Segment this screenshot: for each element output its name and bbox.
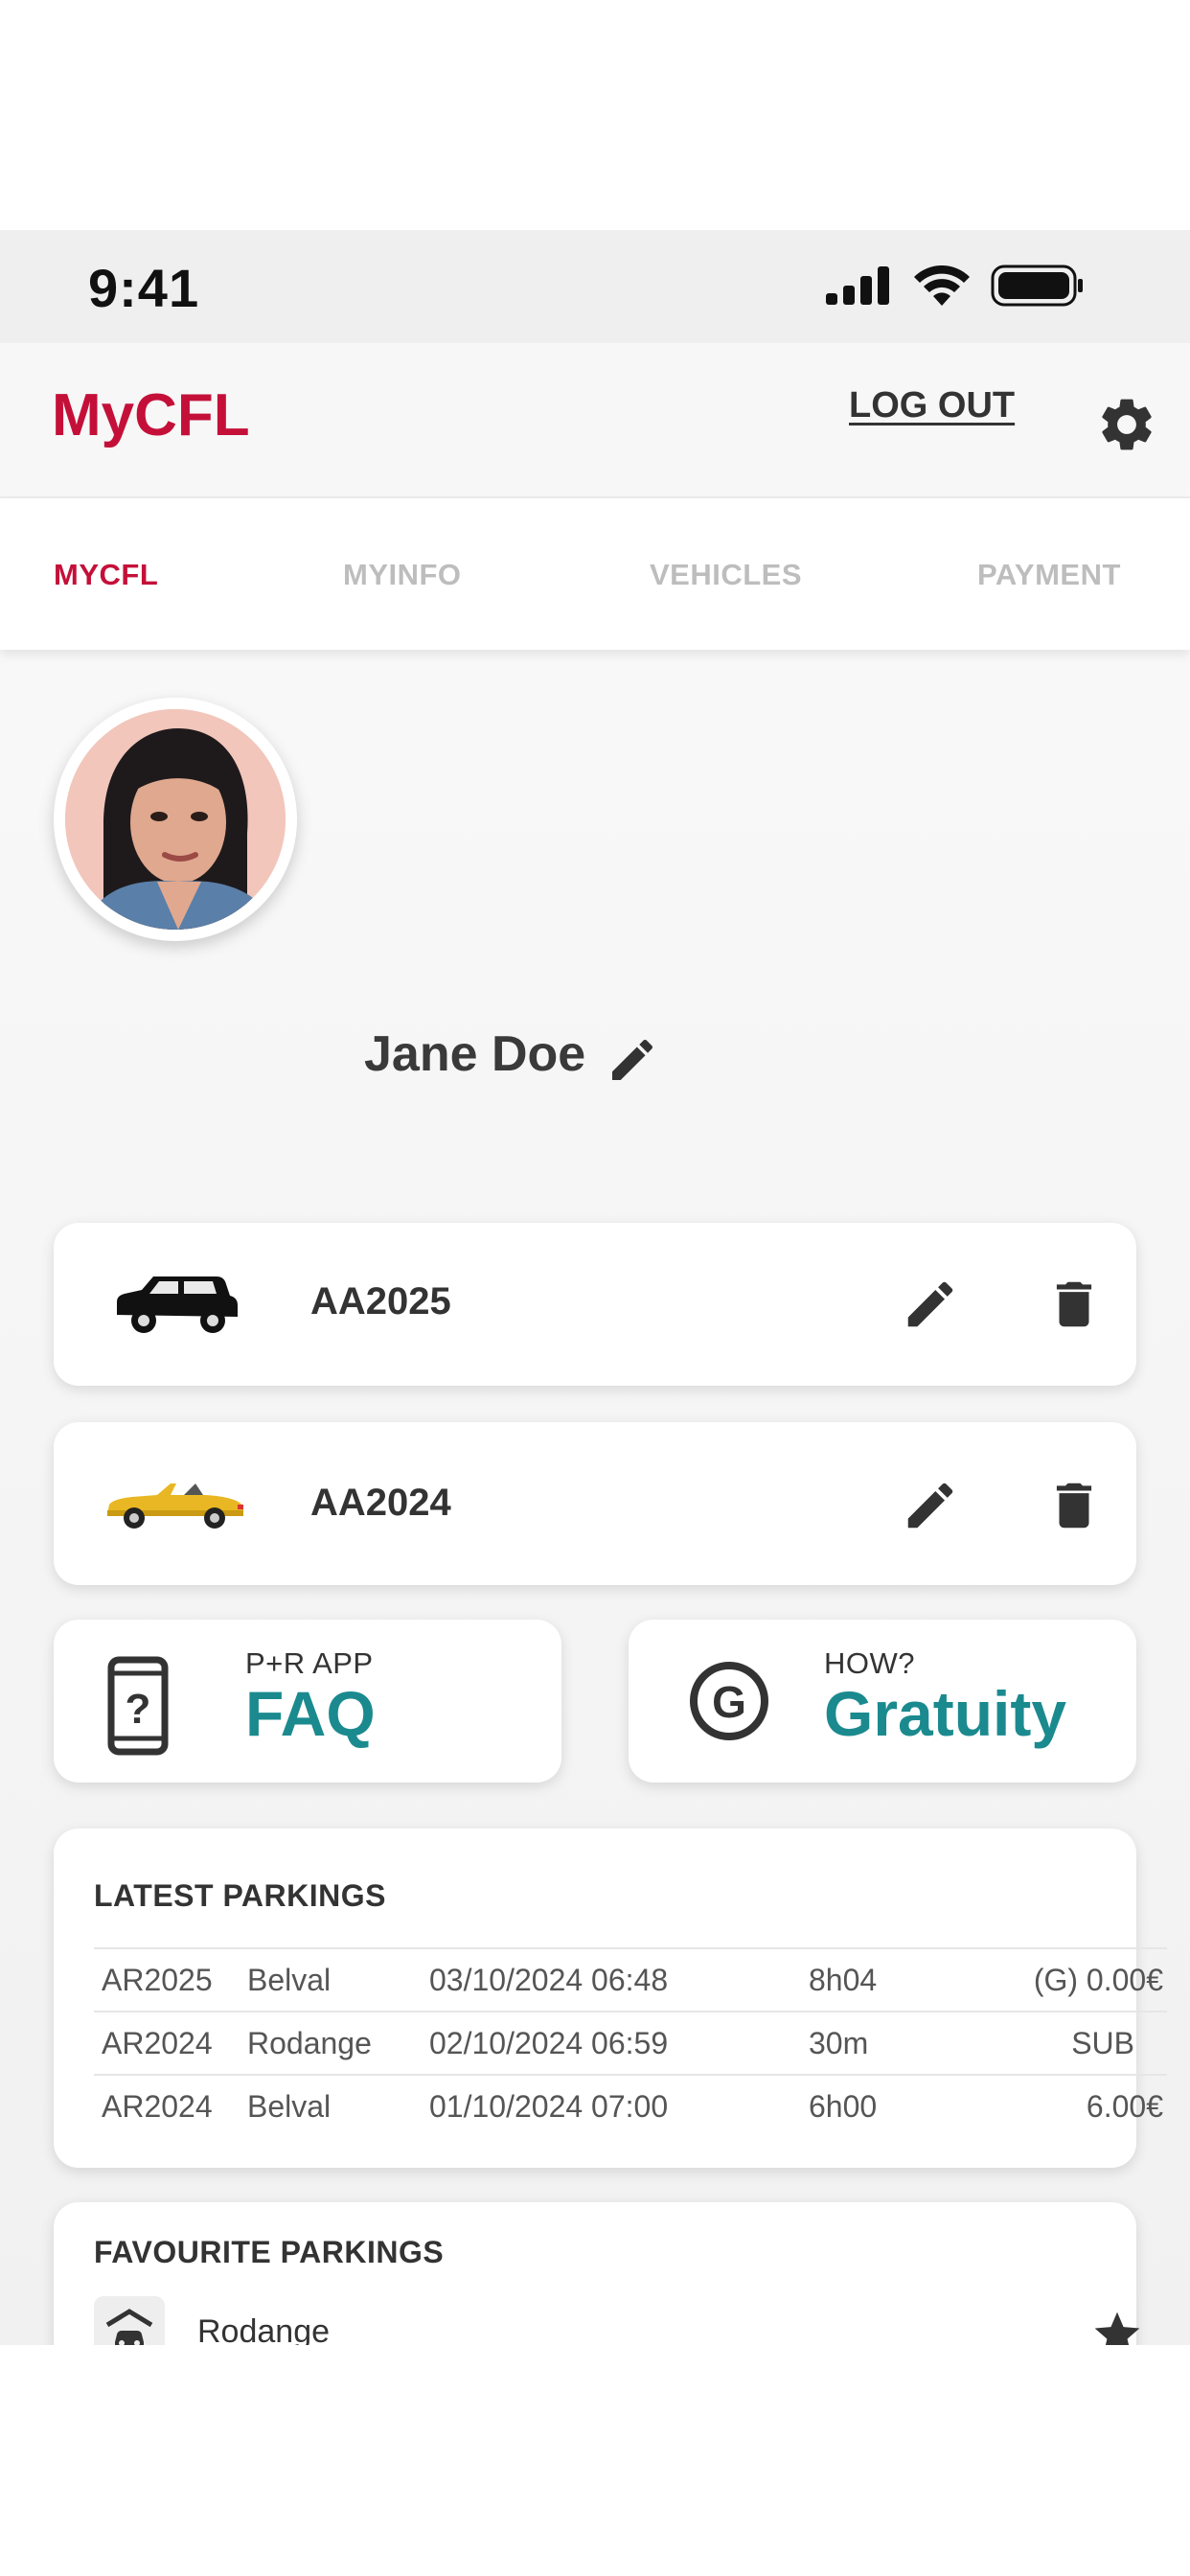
- svg-text:G: G: [712, 1677, 746, 1727]
- parking-plate: AR2024: [102, 2089, 213, 2124]
- edit-vehicle-icon[interactable]: [901, 1275, 960, 1334]
- tab-payment[interactable]: PAYMENT: [977, 558, 1121, 592]
- faq-card[interactable]: ? P+R APP FAQ: [54, 1620, 561, 1782]
- vehicle-plate: AA2024: [310, 1482, 451, 1524]
- parking-plate: AR2024: [102, 2026, 213, 2060]
- list-item[interactable]: Rodange: [94, 2294, 1167, 2345]
- app-header: MyCFL LOG OUT: [0, 343, 1190, 498]
- latest-parkings-card: LATEST PARKINGS AR2025 Belval 03/10/2024…: [54, 1828, 1167, 2168]
- phone-question-icon: ?: [107, 1656, 169, 1756]
- parking-datetime: 01/10/2024 07:00: [429, 2089, 669, 2124]
- vehicle-card[interactable]: AA2024: [54, 1422, 1136, 1585]
- table-row[interactable]: AR2024 Belval 01/10/2024 07:00 6h00 6.00…: [94, 2074, 1167, 2137]
- top-tabs: MYCFL MYINFO VEHICLES PAYMENT: [0, 498, 1190, 650]
- profile-name: Jane Doe: [364, 1026, 586, 1082]
- favourite-parkings-card: FAVOURITE PARKINGS Rodange: [54, 2202, 1140, 2345]
- edit-name-icon[interactable]: [606, 1033, 659, 1087]
- tab-mycfl[interactable]: MYCFL: [54, 558, 158, 592]
- gratuity-caption: HOW?: [824, 1646, 915, 1680]
- table-row[interactable]: AR2025 Belval 03/10/2024 06:48 8h04 (G) …: [94, 1947, 1167, 2011]
- tab-vehicles[interactable]: VEHICLES: [650, 558, 802, 592]
- parking-datetime: 03/10/2024 06:48: [429, 1963, 669, 1997]
- parking-location: Belval: [247, 1963, 332, 1997]
- table-row[interactable]: AR2024 Rodange 02/10/2024 06:59 30m SUB: [94, 2011, 1167, 2074]
- status-bar: 9:41: [0, 230, 1190, 343]
- app-screen: 9:41 MyCFL LOG OUT MYCFL MYINFO VEHICLES…: [0, 230, 1190, 2345]
- avatar[interactable]: [54, 698, 297, 941]
- faq-caption: P+R APP: [245, 1646, 374, 1680]
- parking-price: SUB: [1071, 2026, 1134, 2060]
- status-icons: [826, 264, 1085, 307]
- battery-icon: [991, 264, 1083, 307]
- parking-datetime: 02/10/2024 06:59: [429, 2026, 669, 2060]
- vehicle-plate: AA2025: [310, 1280, 451, 1322]
- star-icon[interactable]: [1090, 2308, 1144, 2345]
- parking-garage-icon: [94, 2296, 165, 2345]
- gear-icon[interactable]: [1095, 393, 1158, 456]
- gratuity-card[interactable]: G HOW? Gratuity: [629, 1620, 1136, 1782]
- yellow-convertible-icon: [107, 1484, 243, 1529]
- logout-link[interactable]: LOG OUT: [849, 385, 1015, 426]
- circled-g-icon: G: [690, 1662, 768, 1740]
- trash-icon[interactable]: [1044, 1275, 1104, 1334]
- black-suv-icon: [117, 1276, 238, 1333]
- avatar-photo: [65, 709, 286, 930]
- favourite-parkings-title: FAVOURITE PARKINGS: [94, 2235, 445, 2269]
- parking-duration: 30m: [809, 2026, 869, 2060]
- gratuity-title: Gratuity: [824, 1678, 1067, 1749]
- trash-icon[interactable]: [1044, 1476, 1104, 1535]
- signal-icon: [826, 266, 889, 305]
- parking-plate: AR2025: [102, 1963, 213, 1997]
- parking-location: Belval: [247, 2089, 332, 2124]
- status-time: 9:41: [88, 258, 200, 318]
- vehicle-card[interactable]: AA2025: [54, 1223, 1136, 1386]
- parking-duration: 6h00: [809, 2089, 878, 2124]
- faq-title: FAQ: [245, 1678, 376, 1749]
- brand-logo: MyCFL: [52, 382, 250, 448]
- edit-vehicle-icon[interactable]: [901, 1476, 960, 1535]
- parking-price: (G) 0.00€: [1033, 1963, 1163, 1997]
- parking-location: Rodange: [247, 2026, 372, 2060]
- svg-text:?: ?: [126, 1686, 151, 1733]
- latest-parkings-title: LATEST PARKINGS: [94, 1878, 386, 1913]
- parking-price: 6.00€: [1086, 2089, 1163, 2124]
- tab-myinfo[interactable]: MYINFO: [343, 558, 462, 592]
- favourite-name: Rodange: [197, 2313, 331, 2345]
- wifi-icon: [914, 265, 970, 306]
- parking-duration: 8h04: [809, 1963, 878, 1997]
